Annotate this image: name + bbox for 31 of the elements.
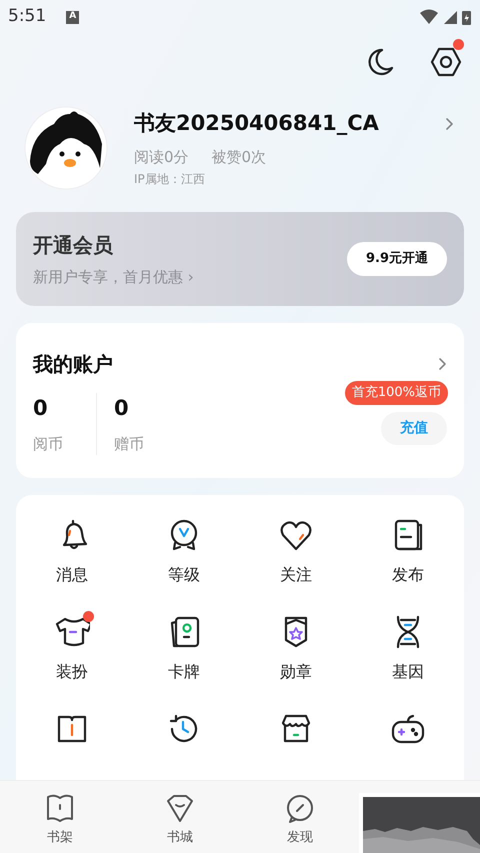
nav-tab[interactable]: 书架 xyxy=(0,781,120,853)
status-time: 5:51 xyxy=(8,5,46,28)
balance-value: 0 xyxy=(114,395,130,422)
feature-label[interactable]: 基因 xyxy=(392,660,424,684)
chevron-icon[interactable] xyxy=(444,116,454,131)
balance-label: 赠币 xyxy=(114,434,144,454)
signal-icon xyxy=(442,9,458,25)
battery-icon xyxy=(461,8,472,26)
feature-label[interactable]: 勋章 xyxy=(280,660,312,684)
account-title: 我的账户 xyxy=(33,351,113,378)
open-membership-button[interactable]: 9.9元开通 xyxy=(346,242,447,276)
feature-label[interactable]: 卡牌 xyxy=(168,660,200,684)
feature-label[interactable]: 发布 xyxy=(392,563,424,587)
feature-label[interactable]: 装扮 xyxy=(56,660,88,684)
keyboard-badge: A xyxy=(66,10,80,24)
membership-title: 开通会员 xyxy=(33,232,114,259)
chevron-icon[interactable] xyxy=(437,357,447,371)
settings-icon[interactable] xyxy=(430,46,462,78)
ip-location: IP属地：江西 xyxy=(134,171,206,188)
wifi-icon xyxy=(419,9,439,25)
user-name: 书友20250406841_CA xyxy=(134,110,379,137)
balance-value: 0 xyxy=(33,395,49,422)
feature-label[interactable]: 关注 xyxy=(280,563,312,587)
feature-label[interactable]: 等级 xyxy=(168,563,200,587)
nav-tab[interactable]: 发现 xyxy=(240,781,360,853)
promo-tag: 首充100%返币 xyxy=(344,381,448,405)
feature-label[interactable]: 消息 xyxy=(56,563,88,587)
nav-tab[interactable]: 书城 xyxy=(120,781,240,853)
stat-text: 阅读0分 xyxy=(134,146,189,168)
balance-label: 阅币 xyxy=(33,434,63,454)
stat-text: 被赞0次 xyxy=(212,146,266,168)
